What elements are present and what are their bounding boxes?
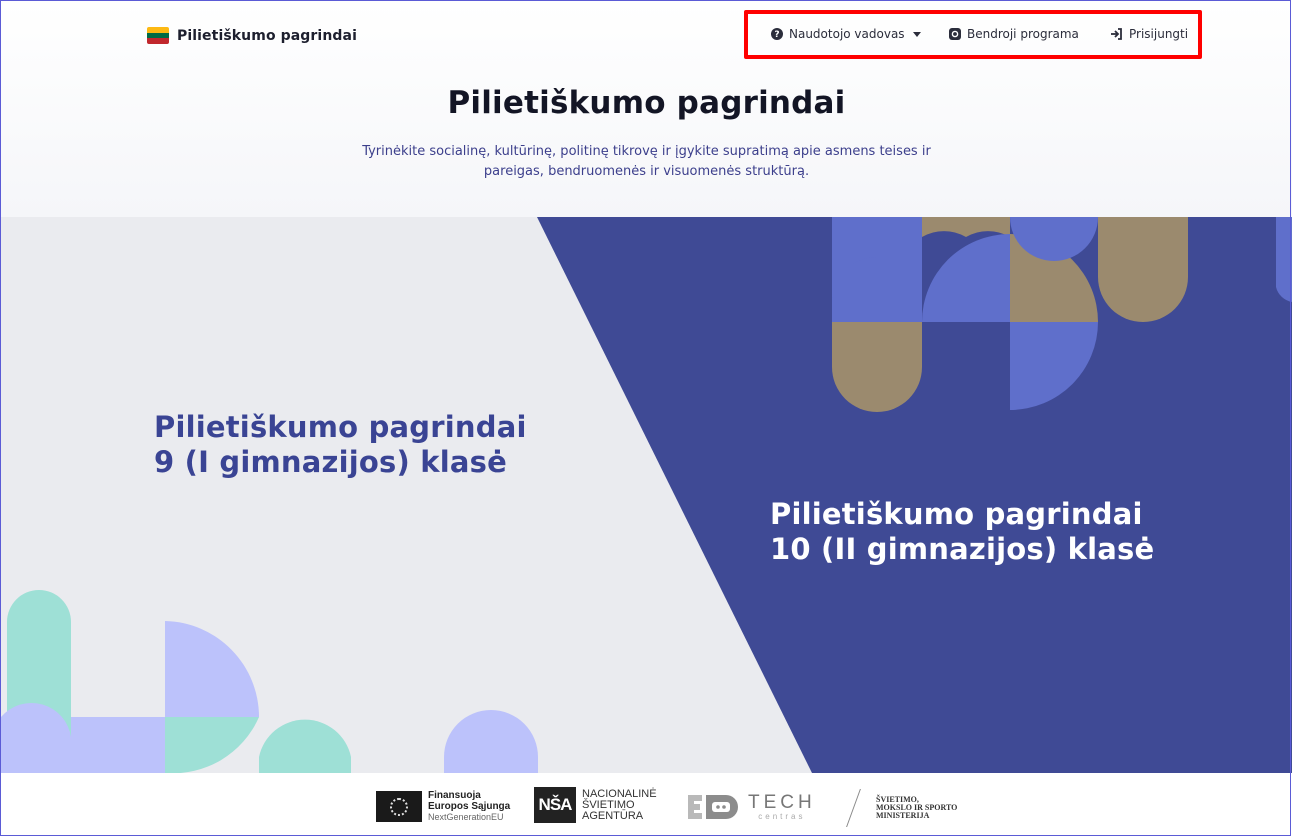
- footer-logos: Finansuoja Europos Sąjunga NextGeneratio…: [1, 773, 1292, 836]
- grade-panels: Pilietiškumo pagrindai 9 (I gimnazijos) …: [1, 217, 1292, 773]
- svg-text:?: ?: [774, 30, 779, 40]
- curriculum-label: Bendroji programa: [967, 27, 1079, 41]
- user-guide-dropdown[interactable]: ? Naudotojo vadovas: [771, 27, 921, 41]
- eu-line1: Finansuoja: [428, 790, 481, 801]
- edtech-mark-icon: [688, 795, 738, 819]
- grade9-link[interactable]: Pilietiškumo pagrindai 9 (I gimnazijos) …: [154, 410, 527, 480]
- grade9-title: Pilietiškumo pagrindai: [154, 410, 527, 444]
- grade9-subtitle: 9 (I gimnazijos) klasė: [154, 445, 507, 479]
- eu-line2: Europos Sąjunga: [428, 801, 511, 812]
- eu-funding-logo: Finansuoja Europos Sąjunga NextGeneratio…: [376, 790, 510, 823]
- ministry-logo: ŠVIETIMO, MOKSLO IR SPORTO MINISTERIJA: [846, 789, 957, 827]
- curriculum-link[interactable]: Bendroji programa: [949, 27, 1079, 41]
- login-link[interactable]: Prisijungti: [1110, 27, 1188, 41]
- edtech-line2: centras: [758, 812, 806, 821]
- brand-link[interactable]: Pilietiškumo pagrindai: [147, 27, 357, 44]
- grade10-link[interactable]: Pilietiškumo pagrindai 10 (II gimnazijos…: [770, 497, 1154, 567]
- nsa-logo: NŠA NACIONALINĖ ŠVIETIMO AGENTŪRA: [534, 787, 657, 823]
- login-label: Prisijungti: [1129, 27, 1189, 41]
- program-icon: [949, 28, 961, 40]
- grade10-title: Pilietiškumo pagrindai: [770, 497, 1143, 531]
- question-circle-icon: ?: [771, 28, 783, 40]
- nsa-line2: ŠVIETIMO: [582, 798, 635, 811]
- edtech-logo: TECH centras: [686, 793, 816, 821]
- sign-in-icon: [1111, 28, 1122, 40]
- ministry-slash-icon: [846, 789, 877, 827]
- edtech-line1: TECH: [748, 792, 816, 813]
- eu-flag-icon: [376, 791, 422, 822]
- panel-background: [1, 217, 1292, 773]
- caret-down-icon: [912, 31, 921, 37]
- user-guide-label: Naudotojo vadovas: [789, 27, 905, 41]
- eu-line3: NextGenerationEU: [428, 812, 504, 822]
- lithuania-flag-icon: [147, 27, 169, 44]
- nsa-mark: NŠA: [534, 787, 576, 823]
- page-title: Pilietiškumo pagrindai: [447, 85, 846, 121]
- grade10-subtitle: 10 (II gimnazijos) klasė: [770, 532, 1155, 566]
- page-subtitle: Tyrinėkite socialinę, kultūrinę, politin…: [362, 144, 931, 179]
- brand-name: Pilietiškumo pagrindai: [177, 27, 357, 44]
- ministry-line3: MINISTERIJA: [876, 811, 930, 820]
- nsa-line1: NACIONALINĖ: [582, 787, 657, 800]
- nsa-line3: AGENTŪRA: [582, 809, 644, 822]
